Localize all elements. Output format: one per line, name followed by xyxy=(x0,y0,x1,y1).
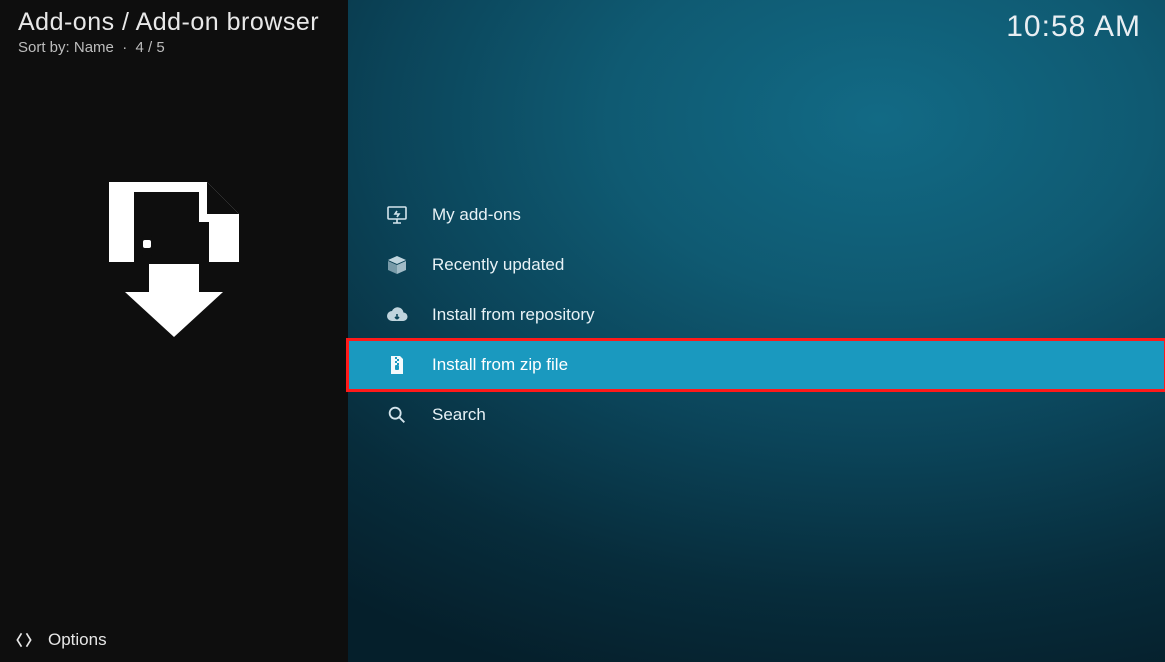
sidebar: Add-ons / Add-on browser Sort by: Name ·… xyxy=(0,0,348,662)
clock: 10:58 AM xyxy=(1006,10,1141,44)
options-button[interactable]: Options xyxy=(14,630,107,650)
sort-info: Sort by: Name · 4 / 5 xyxy=(18,39,330,56)
sort-prefix: Sort by: xyxy=(18,39,70,56)
menu-item-install-from-repository[interactable]: Install from repository xyxy=(348,290,1165,340)
menu-item-label: My add-ons xyxy=(432,205,521,225)
options-label: Options xyxy=(48,630,107,650)
content: 10:58 AM My add-ons xyxy=(348,0,1165,662)
addon-menu: My add-ons Recently updated xyxy=(348,190,1165,440)
cloud-download-icon xyxy=(384,302,410,328)
header: Add-ons / Add-on browser Sort by: Name ·… xyxy=(0,0,348,62)
zip-download-icon xyxy=(89,172,259,347)
zip-file-icon xyxy=(384,352,410,378)
options-icon xyxy=(14,630,34,650)
monitor-icon xyxy=(384,202,410,228)
breadcrumb: Add-ons / Add-on browser xyxy=(18,8,330,37)
sidebar-art xyxy=(0,62,348,662)
item-position: 4 / 5 xyxy=(136,39,165,56)
menu-item-label: Install from zip file xyxy=(432,355,568,375)
search-icon xyxy=(384,402,410,428)
menu-item-install-from-zip-file[interactable]: Install from zip file xyxy=(348,340,1165,390)
open-box-icon xyxy=(384,252,410,278)
menu-item-label: Recently updated xyxy=(432,255,564,275)
sort-value: Name xyxy=(74,39,114,56)
menu-item-search[interactable]: Search xyxy=(348,390,1165,440)
menu-item-my-addons[interactable]: My add-ons xyxy=(348,190,1165,240)
menu-item-label: Search xyxy=(432,405,486,425)
menu-item-recently-updated[interactable]: Recently updated xyxy=(348,240,1165,290)
menu-item-label: Install from repository xyxy=(432,305,595,325)
